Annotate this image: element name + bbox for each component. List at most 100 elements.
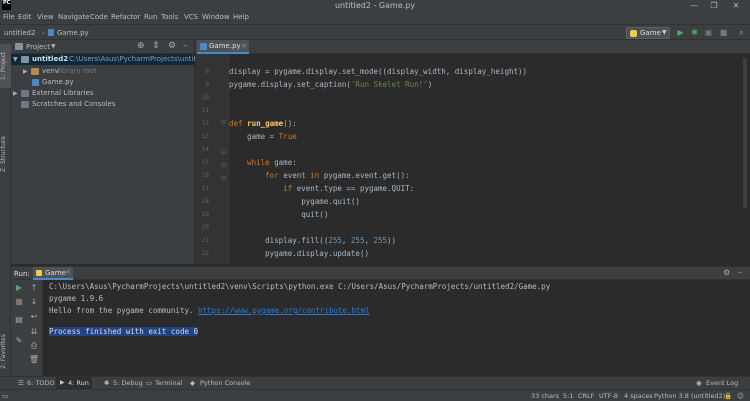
status-encoding[interactable]: UTF-8 <box>599 392 618 400</box>
favorites-tool-tab[interactable]: 2: Favorites <box>0 330 11 374</box>
code-line: display.fill((255, 255, 255)) <box>229 236 397 245</box>
status-toggle-icon[interactable]: ▭ <box>2 392 8 400</box>
line-number: 20 <box>201 224 209 231</box>
fold-icon[interactable]: ⊟ <box>221 175 226 182</box>
run-console[interactable]: C:\Users\Asus\PycharmProjects\untitled2\… <box>43 280 750 376</box>
tab-event-log[interactable]: Event Log <box>706 379 738 387</box>
maximize-button[interactable]: ❐ <box>708 0 720 12</box>
code-line: display = pygame.display.set_mode((displ… <box>229 67 528 76</box>
tab-terminal[interactable]: Terminal <box>155 379 182 387</box>
notifications-icon[interactable]: ☺ <box>737 392 744 400</box>
fold-icon[interactable]: ⊟ <box>221 149 226 156</box>
fold-icon[interactable]: ⊟ <box>221 119 226 126</box>
code-editor[interactable]: display = pygame.display.set_mode((displ… <box>229 54 740 264</box>
scratches-icon <box>21 101 29 108</box>
chevron-right-icon: ▶ <box>23 68 28 75</box>
menu-help[interactable]: Help <box>233 13 249 21</box>
close-tab-icon[interactable]: × <box>241 40 247 53</box>
hide-icon[interactable]: – <box>183 41 188 51</box>
editor-scrollbar[interactable] <box>740 54 750 264</box>
scrollbar-thumb[interactable] <box>743 58 747 208</box>
tab-game-py[interactable]: Game.py × <box>197 40 249 54</box>
menu-navigate[interactable]: Navigate <box>58 13 89 21</box>
status-caret-position[interactable]: 5:1 <box>563 392 573 400</box>
run-icon[interactable]: ▶ <box>676 28 685 37</box>
code-line: def run_game(): <box>229 119 297 128</box>
contribute-link[interactable]: https://www.pygame.org/contribute.html <box>198 306 370 315</box>
breadcrumb-file[interactable]: Game.py <box>57 29 89 37</box>
tab-run-active[interactable]: ▶ 4: Run <box>56 377 92 389</box>
stop-icon[interactable]: ■ <box>719 28 728 37</box>
menu-view[interactable]: View <box>37 13 54 21</box>
close-tab-icon[interactable]: × <box>65 268 71 276</box>
tab-debug[interactable]: 5: Debug <box>113 379 143 387</box>
chevron-down-icon[interactable]: ▼ <box>51 43 56 50</box>
menu-tools[interactable]: Tools <box>161 13 178 21</box>
title-bar: PC untitled2 - Game.py — ❐ ✕ <box>0 0 750 12</box>
run-tab-game[interactable]: Game × <box>33 267 73 280</box>
menu-vcs[interactable]: VCS <box>184 13 198 21</box>
project-view-title[interactable]: Project <box>26 43 50 51</box>
breadcrumb-project[interactable]: untitled2 <box>4 29 35 37</box>
menu-run[interactable]: Run <box>144 13 157 21</box>
tab-todo[interactable]: 6: TODO <box>27 379 55 387</box>
debug-icon[interactable]: ✱ <box>690 28 699 37</box>
line-number: 17 <box>201 185 209 192</box>
fold-icon[interactable]: ⊟ <box>221 162 226 169</box>
up-arrow-icon[interactable]: ↑ <box>29 283 39 293</box>
tree-item-game-py[interactable]: Game.py <box>11 77 194 88</box>
line-number: 8 <box>205 68 209 75</box>
tree-item-venv[interactable]: ▶ venv library root <box>11 66 194 77</box>
console-line: Hello from the pygame community. https:/… <box>49 306 370 315</box>
pin-icon[interactable]: ✎ <box>14 336 24 346</box>
chevron-down-icon: ▼ <box>13 56 18 63</box>
print-icon[interactable]: ⎙ <box>29 341 39 351</box>
line-number: 14 <box>201 146 209 153</box>
stop-icon[interactable]: ■ <box>14 297 24 307</box>
tree-item-external-libraries[interactable]: ▶ External Libraries <box>11 88 194 99</box>
process-finished-line: Process finished with exit code 0 <box>49 327 199 336</box>
minimize-button[interactable]: — <box>688 0 700 12</box>
gear-icon[interactable]: ⚙ <box>168 41 176 51</box>
hide-icon[interactable]: – <box>738 268 742 277</box>
menu-window[interactable]: Window <box>202 13 230 21</box>
line-number: 11 <box>201 107 209 114</box>
locate-icon[interactable]: ⊕ <box>137 41 145 51</box>
layout-icon[interactable]: ▤ <box>14 315 24 325</box>
status-line-separator[interactable]: CRLF <box>578 392 594 400</box>
python-console-icon: ◆ <box>190 379 195 387</box>
status-indent[interactable]: 4 spaces <box>624 392 653 400</box>
search-icon[interactable]: ⌕ <box>737 28 746 37</box>
structure-tool-tab[interactable]: Z: Structure <box>0 132 11 176</box>
collapse-icon[interactable]: ⇕ <box>152 41 160 51</box>
left-tool-stripe: 1: Project Z: Structure 2: Favorites <box>0 40 11 376</box>
coverage-icon[interactable]: ▣ <box>704 28 713 37</box>
tab-python-console[interactable]: Python Console <box>200 379 250 387</box>
tree-item-label: External Libraries <box>32 89 94 97</box>
scroll-to-end-icon[interactable]: ⇊ <box>29 327 39 337</box>
delete-icon[interactable]: 🗑 <box>29 355 39 365</box>
menu-code[interactable]: Code <box>90 13 108 21</box>
line-number: 9 <box>205 81 209 88</box>
code-line: pygame.display.set_caption('Run Skelet R… <box>229 80 433 89</box>
soft-wrap-icon[interactable]: ↩ <box>29 312 39 322</box>
event-log-icon: ◉ <box>696 379 702 387</box>
project-tool-tab[interactable]: 1: Project <box>0 44 11 88</box>
menu-file[interactable]: File <box>3 13 15 21</box>
tab-run-label: 4: Run <box>68 379 89 387</box>
run-config-select[interactable]: Game ▼ <box>626 27 670 39</box>
gear-icon[interactable]: ⚙ <box>723 268 730 277</box>
chevron-down-icon: ▼ <box>662 29 667 36</box>
code-line: if event.type == pygame.QUIT: <box>229 184 415 193</box>
tree-item-label: Game.py <box>42 78 74 86</box>
run-panel-header: Run: Game × ⚙ – <box>11 266 750 280</box>
close-button[interactable]: ✕ <box>730 0 742 12</box>
down-arrow-icon[interactable]: ↓ <box>29 297 39 307</box>
tree-item-untitled2[interactable]: ▼ untitled2 C:\Users\Asus\PycharmProject… <box>11 54 211 65</box>
status-interpreter[interactable]: Python 3.8 (untitled2) <box>654 392 725 400</box>
menu-refactor[interactable]: Refactor <box>111 13 140 21</box>
menu-edit[interactable]: Edit <box>18 13 32 21</box>
rerun-icon[interactable]: ▶ <box>14 283 24 293</box>
tree-item-scratches[interactable]: Scratches and Consoles <box>11 99 194 110</box>
lock-icon[interactable]: 🔒 <box>724 392 732 400</box>
